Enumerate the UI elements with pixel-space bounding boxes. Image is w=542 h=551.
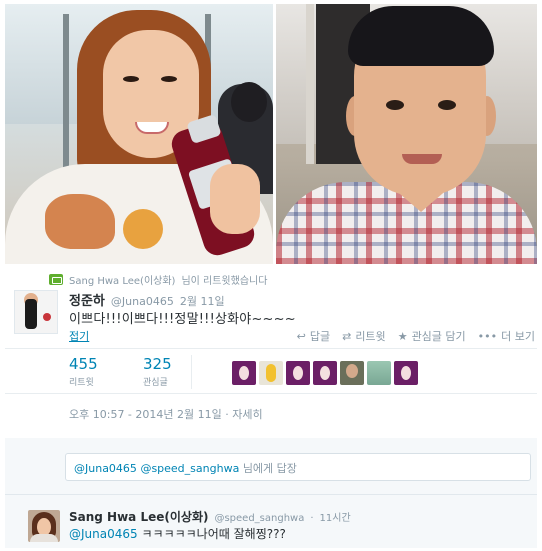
tweet-actions: ↩ 답글 ⇄ 리트윗 ★ 관심글 담기 ••• 더 보기 bbox=[297, 328, 535, 344]
favorite-count-label: 관심글 bbox=[143, 378, 168, 388]
favoriter-avatar[interactable] bbox=[232, 361, 256, 385]
more-button[interactable]: ••• 더 보기 bbox=[478, 328, 535, 344]
reply-mention[interactable]: @Juna0465 bbox=[69, 527, 138, 541]
reply-author-name[interactable]: Sang Hwa Lee(이상화) bbox=[69, 508, 208, 525]
star-icon: ★ bbox=[397, 329, 408, 343]
author-name[interactable]: 정준하 bbox=[69, 290, 105, 309]
favoriter-avatar[interactable] bbox=[259, 361, 283, 385]
retweet-icon: ⇄ bbox=[342, 329, 352, 343]
photo-man-selfie[interactable] bbox=[276, 4, 537, 264]
details-link[interactable]: 자세히 bbox=[232, 408, 262, 421]
favoriter-avatar[interactable] bbox=[313, 361, 337, 385]
avatar[interactable] bbox=[28, 510, 60, 542]
reply-author-handle[interactable]: @speed_sanghwa bbox=[214, 513, 304, 524]
reply-button[interactable]: ↩ 답글 bbox=[297, 328, 330, 344]
more-icon: ••• bbox=[477, 329, 498, 343]
reply-body: ㅋㅋㅋㅋㅋ나어때 잘해찡??? bbox=[141, 527, 286, 541]
reply-input[interactable]: @Juna0465 @speed_sanghwa 님에게 답장 bbox=[65, 453, 531, 481]
timestamp-text: 오후 10:57 - 2014년 2월 11일 bbox=[69, 408, 222, 421]
favoriter-avatar[interactable] bbox=[367, 361, 391, 385]
favorite-button[interactable]: ★ 관심글 담기 bbox=[398, 328, 466, 344]
tweet-text: 이쁘다!!!이쁘다!!!정말!!!상화야~~~~ bbox=[69, 312, 296, 327]
favorite-label: 관심글 담기 bbox=[411, 330, 466, 343]
favorite-count-value: 325 bbox=[143, 355, 172, 373]
retweet-label: 리트윗 bbox=[355, 330, 386, 343]
retweeter-name[interactable]: Sang Hwa Lee(이상화) bbox=[69, 272, 175, 287]
reply-section: @Juna0465 @speed_sanghwa 님에게 답장 Sang Hwa… bbox=[5, 438, 537, 548]
reply-text: @Juna0465 ㅋㅋㅋㅋㅋ나어때 잘해찡??? bbox=[69, 525, 286, 542]
attached-photos bbox=[5, 4, 537, 264]
reply-placeholder-tail: 님에게 답장 bbox=[242, 462, 297, 475]
retweet-notice-suffix: 님이 리트윗했습니다 bbox=[181, 276, 268, 287]
favoriter-avatars bbox=[232, 361, 418, 385]
retweet-notice: Sang Hwa Lee(이상화) 님이 리트윗했습니다 bbox=[49, 272, 267, 287]
favoriter-avatar[interactable] bbox=[286, 361, 310, 385]
favorite-count[interactable]: 325 관심글 bbox=[143, 355, 172, 388]
separator: · bbox=[225, 408, 229, 421]
tweet-header: 정준하 @Juna0465 2월 11일 bbox=[69, 290, 225, 309]
reply-mention-1: @Juna0465 bbox=[74, 462, 137, 475]
photo-woman-with-bottle[interactable] bbox=[5, 4, 273, 264]
retweet-count-label: 리트윗 bbox=[69, 378, 94, 388]
retweet-badge-icon bbox=[49, 274, 63, 285]
favoriter-avatar[interactable] bbox=[394, 361, 418, 385]
stats-divider bbox=[191, 355, 192, 389]
collapse-link[interactable]: 접기 bbox=[69, 328, 89, 344]
favoriter-avatar[interactable] bbox=[340, 361, 364, 385]
reply-time[interactable]: 11시간 bbox=[320, 509, 351, 524]
reply-time-sep: · bbox=[310, 513, 314, 524]
tweet-date[interactable]: 2월 11일 bbox=[180, 293, 225, 309]
avatar[interactable] bbox=[14, 290, 58, 334]
retweet-button[interactable]: ⇄ 리트윗 bbox=[342, 328, 386, 344]
retweet-count[interactable]: 455 리트윗 bbox=[69, 355, 98, 388]
reply-icon: ↩ bbox=[296, 329, 306, 343]
tweet-timestamp: 오후 10:57 - 2014년 2월 11일 · 자세히 bbox=[69, 406, 263, 422]
retweet-count-value: 455 bbox=[69, 355, 98, 373]
more-label: 더 보기 bbox=[501, 330, 535, 343]
divider bbox=[5, 494, 537, 495]
reply-header: Sang Hwa Lee(이상화) @speed_sanghwa · 11시간 bbox=[69, 508, 351, 525]
tweet-card: Sang Hwa Lee(이상화) 님이 리트윗했습니다 정준하 @Juna04… bbox=[5, 266, 537, 436]
reply-mention-2: @speed_sanghwa bbox=[140, 462, 240, 475]
tweet-stats: 455 리트윗 325 관심글 bbox=[5, 348, 537, 394]
reply-label: 답글 bbox=[309, 330, 331, 343]
author-handle[interactable]: @Juna0465 bbox=[111, 295, 174, 308]
